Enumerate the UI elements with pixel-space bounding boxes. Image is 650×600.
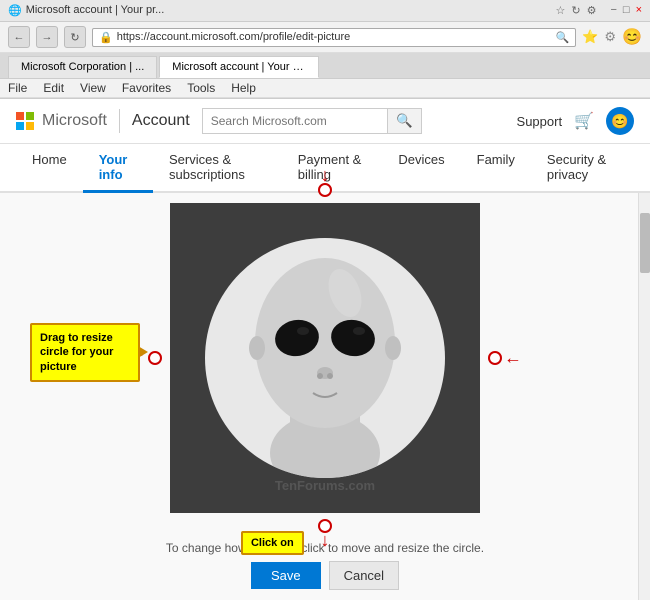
settings-icon[interactable]: ⚙ <box>587 4 597 17</box>
user-icon[interactable]: 😊 <box>622 27 642 47</box>
handle-right[interactable] <box>488 351 502 365</box>
search-icon[interactable]: 🔍 <box>556 31 570 44</box>
minimize-button[interactable]: − <box>610 4 616 17</box>
action-bar: Click on Save Cancel <box>251 561 399 590</box>
tab-family[interactable]: Family <box>461 144 531 193</box>
menu-file[interactable]: File <box>8 81 27 95</box>
cancel-button[interactable]: Cancel <box>329 561 399 590</box>
save-button[interactable]: Save <box>251 562 321 589</box>
tab-home[interactable]: Home <box>16 144 83 193</box>
title-bar-right: ☆ ↻ ⚙ − □ × <box>556 4 643 17</box>
address-icons: 🔍 <box>556 31 570 44</box>
ms-logo-text: Microsoft <box>42 112 107 130</box>
drag-tooltip: Drag to resize circle for your picture <box>30 323 140 382</box>
ms-logo: Microsoft <box>16 112 107 130</box>
account-label: Account <box>132 112 190 130</box>
nav-bar: ← → ↻ 🔒 https://account.microsoft.com/pr… <box>0 22 650 53</box>
ms-header: Microsoft Account 🔍 Support 🛒 😊 <box>0 99 650 144</box>
watermark: TenForums.com <box>275 478 375 493</box>
handle-left[interactable] <box>148 351 162 365</box>
circle-mask[interactable] <box>205 238 445 478</box>
menu-help[interactable]: Help <box>231 81 256 95</box>
scrollbar[interactable] <box>638 193 650 600</box>
refresh-button[interactable]: ↻ <box>64 26 86 48</box>
address-bar[interactable]: 🔒 https://account.microsoft.com/profile/… <box>92 28 576 47</box>
tab-security[interactable]: Security & privacy <box>531 144 634 193</box>
menubar: File Edit View Favorites Tools Help <box>0 79 650 98</box>
scroll-thumb[interactable] <box>640 213 650 273</box>
tab-2[interactable]: Microsoft account | Your pr... <box>159 56 319 78</box>
favorites-icon[interactable]: ⭐ <box>582 29 598 45</box>
ms-logo-sq-yellow <box>26 122 34 130</box>
click-on-tooltip: Click on <box>241 531 304 555</box>
search-input[interactable] <box>203 110 387 132</box>
main-content: Drag to resize circle for your picture <box>0 193 650 600</box>
menu-edit[interactable]: Edit <box>43 81 64 95</box>
menu-view[interactable]: View <box>80 81 106 95</box>
back-button[interactable]: ← <box>8 26 30 48</box>
page-content: Microsoft Account 🔍 Support 🛒 😊 Home You… <box>0 99 650 600</box>
ms-divider <box>119 109 120 133</box>
search-bar[interactable]: 🔍 <box>202 108 422 134</box>
search-button[interactable]: 🔍 <box>387 109 421 133</box>
cart-icon[interactable]: 🛒 <box>574 111 594 131</box>
url-text: https://account.microsoft.com/profile/ed… <box>117 31 552 43</box>
lock-icon: 🔒 <box>99 31 113 44</box>
arrow-right: ← <box>504 348 522 369</box>
close-button[interactable]: × <box>636 4 642 17</box>
tab-devices[interactable]: Devices <box>382 144 460 193</box>
window-icon: 🌐 <box>8 4 22 17</box>
image-area[interactable]: TenForums.com ↓ ↓ → ← <box>170 203 480 513</box>
tab-services[interactable]: Services & subscriptions <box>153 144 282 193</box>
tooltip-arrow <box>138 346 148 358</box>
favorites-star[interactable]: ☆ <box>556 4 566 17</box>
menu-tools[interactable]: Tools <box>187 81 215 95</box>
window-controls[interactable]: 🌐 Microsoft account | Your pr... <box>8 4 164 17</box>
ms-logo-sq-red <box>16 112 24 120</box>
tab-payment[interactable]: Payment & billing <box>282 144 383 193</box>
ms-logo-sq-green <box>26 112 34 120</box>
tab-your-info[interactable]: Your info <box>83 144 153 193</box>
tab-1[interactable]: Microsoft Corporation | ... <box>8 56 157 78</box>
user-avatar[interactable]: 😊 <box>606 107 634 135</box>
tabs-bar: Microsoft Corporation | ... Microsoft ac… <box>0 53 650 79</box>
arrow-top: ↓ <box>321 165 330 186</box>
alien-img: TenForums.com <box>170 203 480 513</box>
forward-button[interactable]: → <box>36 26 58 48</box>
image-editor-container: Drag to resize circle for your picture <box>20 203 630 590</box>
support-link[interactable]: Support <box>517 114 563 129</box>
menu-favorites[interactable]: Favorites <box>122 81 171 95</box>
maximize-button[interactable]: □ <box>623 4 630 17</box>
alien-svg <box>225 238 425 478</box>
arrow-bottom: ↓ <box>321 530 330 551</box>
tools-icon[interactable]: ⚙ <box>604 29 616 45</box>
ms-logo-squares <box>16 112 34 130</box>
refresh-icon[interactable]: ↻ <box>571 4 580 17</box>
tab-title: Microsoft account | Your pr... <box>26 4 165 17</box>
ms-logo-sq-blue <box>16 122 24 130</box>
header-right: Support 🛒 😊 <box>517 107 634 135</box>
